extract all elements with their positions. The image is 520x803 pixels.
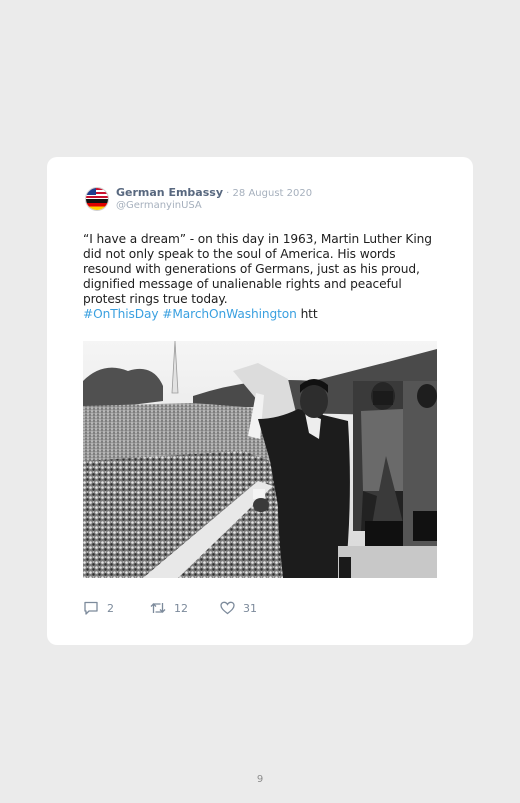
- us-german-flags-avatar-icon: [86, 188, 108, 210]
- reply-count: 2: [107, 601, 114, 615]
- author-handle[interactable]: @GermanyinUSA: [116, 200, 202, 211]
- black-and-white-photo-icon: [83, 341, 437, 578]
- hashtag-link[interactable]: #MarchOnWashington: [162, 307, 297, 321]
- reply-action[interactable]: 2: [83, 601, 114, 615]
- tweet-card: German Embassy · 28 August 2020 @Germany…: [47, 157, 473, 645]
- reply-bubble-icon: [84, 601, 98, 615]
- retweet-count: 12: [174, 601, 188, 615]
- hashtag-link[interactable]: #OnThisDay: [83, 307, 159, 321]
- tweet-text: “I have a dream” - on this day in 1963, …: [83, 232, 443, 322]
- avatar[interactable]: [85, 187, 109, 211]
- meta-separator: ·: [223, 188, 233, 199]
- tweet-hashtags: #OnThisDay #MarchOnWashington htt: [83, 307, 443, 322]
- author-name[interactable]: German Embassy: [116, 186, 223, 199]
- tweet-header: German Embassy · 28 August 2020: [116, 186, 312, 199]
- truncated-link[interactable]: htt: [301, 307, 318, 321]
- tweet-body: “I have a dream” - on this day in 1963, …: [83, 232, 432, 306]
- like-action[interactable]: 31: [220, 601, 257, 615]
- like-count: 31: [243, 601, 257, 615]
- tweet-date[interactable]: 28 August 2020: [233, 188, 313, 199]
- page-number: 9: [256, 774, 264, 785]
- heart-icon: [220, 601, 235, 615]
- tweet-photo[interactable]: [83, 341, 437, 578]
- retweet-action[interactable]: 12: [150, 601, 188, 615]
- retweet-icon: [150, 603, 166, 613]
